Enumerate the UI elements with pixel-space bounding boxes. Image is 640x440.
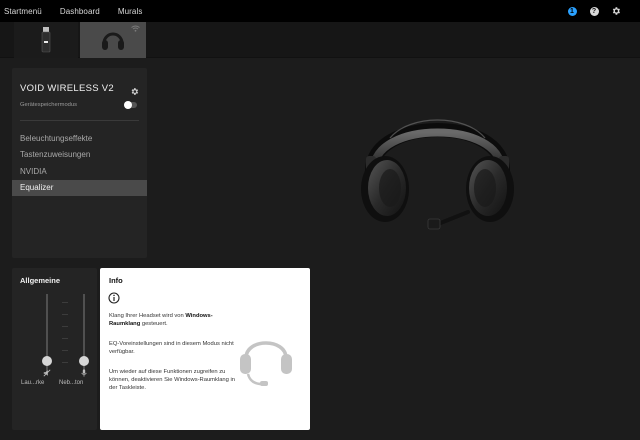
info-text-part: gesteuert. [140,321,168,327]
device-tile-headset[interactable] [80,22,146,58]
main-nav: Startmenü Dashboard Murals [0,0,160,22]
info-paragraph-3: Um wieder auf diese Funktionen zugreifen… [109,369,235,391]
info-title: Info [109,276,123,285]
general-panel: Allgemeine Lau...rke Neb...ton [12,268,97,430]
tick [62,326,68,327]
info-panel: Info Klang Ihrer Headset wird von Window… [100,268,310,430]
top-icons: 1 ? [566,0,622,22]
menu-item-nvidia[interactable]: NVIDIA [12,163,147,180]
top-nav-bar: Startmenü Dashboard Murals 1 ? [0,0,640,22]
divider [20,120,139,121]
device-title: VOID WIRELESS V2 [20,83,115,94]
info-paragraph-2: EQ-Voreinstellungen sind in diesem Modus… [109,341,234,355]
sidetone-slider[interactable] [79,294,89,372]
device-memory-mode-label: Gerätespeichermodus [20,102,78,108]
headset-outline-icon [236,326,296,395]
info-icon [108,291,120,309]
device-strip [0,22,640,58]
device-panel: VOID WIRELESS V2 Gerätespeichermodus Bel… [12,68,147,258]
gear-icon [131,88,139,95]
nav-startmenu[interactable]: Startmenü [4,7,42,16]
headset-illustration [361,119,514,230]
settings-button[interactable] [610,5,622,17]
menu-item-equalizer[interactable]: Equalizer [12,179,147,196]
menu-item-lighting-effects[interactable]: Beleuchtungseffekte [12,130,147,147]
general-title: Allgemeine [20,276,61,285]
menu-item-key-assignments[interactable]: Tastenzuweisungen [12,147,147,164]
info-paragraph-1: Klang Ihrer Headset wird von Windows-Rau… [109,312,239,328]
toggle-knob [124,101,132,109]
device-settings-button[interactable] [130,83,139,101]
help-icon: ? [589,6,599,16]
slider-ticks [62,294,68,372]
tick [62,314,68,315]
device-memory-mode-toggle[interactable] [124,101,137,109]
help-button[interactable]: ? [588,5,600,17]
device-menu: Beleuchtungseffekte Tastenzuweisungen NV… [12,130,147,196]
tick [62,338,68,339]
info-text-part: Klang Ihrer Headset wird von [109,313,186,319]
tick [62,350,68,351]
nav-dashboard[interactable]: Dashboard [60,7,100,16]
sidetone-label: Neb...ton [59,380,84,386]
nav-murals[interactable]: Murals [118,7,143,16]
notification-badge: 1 [567,6,577,16]
device-tile-dongle[interactable] [14,22,78,58]
gear-icon [612,7,620,15]
device-preview [350,94,525,234]
tick [62,362,68,363]
wireless-signal-icon [131,25,140,32]
volume-slider[interactable] [42,294,52,372]
volume-label: Lau...rke [21,380,45,386]
headset-icon [102,32,124,50]
tick [62,302,68,303]
wireless-dongle-icon [41,27,51,53]
notifications-button[interactable]: 1 [566,5,578,17]
